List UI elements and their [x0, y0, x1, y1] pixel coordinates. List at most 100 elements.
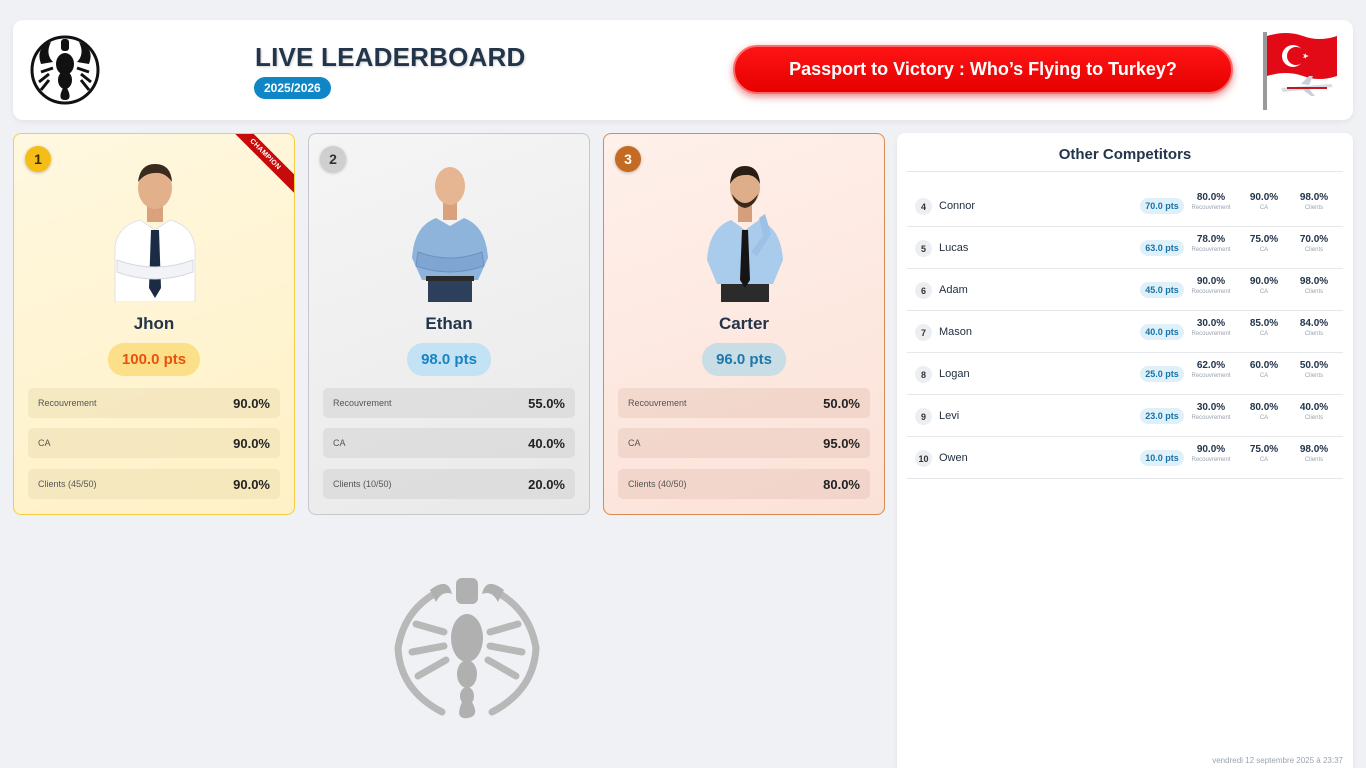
stat-recouvrement: 78.0% Recouvrement: [1181, 234, 1241, 253]
row-rank: 5: [915, 240, 932, 257]
metric-value: 90.0%: [233, 435, 270, 451]
stat-value: 80.0%: [1196, 192, 1226, 203]
stat-value: 98.0%: [1299, 192, 1329, 203]
points-badge: 98.0 pts: [407, 343, 491, 376]
stat-recouvrement: 30.0% Recouvrement: [1181, 318, 1241, 337]
stat-clients: 50.0% Clients: [1284, 360, 1344, 379]
stat-value: 90.0%: [1196, 444, 1226, 455]
metric-value: 90.0%: [233, 476, 270, 492]
row-rank: 8: [915, 366, 932, 383]
stat-clients: 70.0% Clients: [1284, 234, 1344, 253]
turkey-flag-icon: [1263, 32, 1337, 110]
stat-label: Recouvrement: [1191, 415, 1231, 421]
stat-label: Recouvrement: [1191, 205, 1231, 211]
podium-card-third[interactable]: 3 Carter 96.0 pts Recouvrement 50.0% CA …: [603, 133, 885, 515]
stat-value: 50.0%: [1299, 360, 1329, 371]
stat-value: 40.0%: [1299, 402, 1329, 413]
stat-value: 30.0%: [1196, 318, 1226, 329]
metric-label: CA: [628, 438, 641, 448]
stat-label: Recouvrement: [1191, 247, 1231, 253]
header-bar: LIVE LEADERBOARD 2025/2026 Passport to V…: [13, 20, 1353, 120]
stat-clients: 84.0% Clients: [1284, 318, 1344, 337]
metric-value: 80.0%: [823, 476, 860, 492]
row-rank: 4: [915, 198, 932, 215]
scorpion-logo-icon: [30, 35, 100, 105]
player-name: Carter: [718, 314, 770, 333]
player-photo: [707, 166, 783, 302]
metric-label: Recouvrement: [333, 398, 392, 408]
metric-label: Clients (10/50): [333, 479, 392, 489]
table-row[interactable]: 10 Owen 10.0 pts 90.0% Recouvrement 75.0%…: [907, 437, 1343, 479]
player-name: Jhon: [133, 314, 175, 333]
metric-label: CA: [38, 438, 51, 448]
metric-recouvrement: Recouvrement 50.0%: [618, 388, 870, 418]
metric-value: 40.0%: [528, 435, 565, 451]
stat-value: 78.0%: [1196, 234, 1226, 245]
metric-clients: Clients (10/50) 20.0%: [323, 469, 575, 499]
player-photo: [412, 167, 488, 302]
table-row[interactable]: 5 Lucas 63.0 pts 78.0% Recouvrement 75.0%…: [907, 227, 1343, 269]
podium-card-first[interactable]: 1 CHAMPION Jhon 100.0 pts Recouvrement 9…: [13, 133, 295, 515]
metric-label: Recouvrement: [38, 398, 97, 408]
scorpion-watermark-icon: [394, 578, 540, 719]
promo-banner[interactable]: Passport to Victory : Who’s Flying to Tu…: [733, 45, 1233, 94]
metric-ca: CA 95.0%: [618, 428, 870, 458]
page-title: LIVE LEADERBOARD: [255, 42, 526, 72]
other-competitors-panel: Other Competitors 4 Connor 70.0 pts 80.0…: [897, 133, 1353, 768]
rank-badge: 1: [25, 146, 51, 172]
row-name: Levi: [939, 410, 960, 422]
stat-label: Recouvrement: [1191, 457, 1231, 463]
stat-recouvrement: 90.0% Recouvrement: [1181, 444, 1241, 463]
timestamp: vendredi 12 septembre 2025 à 23:37: [1212, 756, 1343, 765]
row-points: 63.0 pts: [1140, 240, 1184, 256]
row-points: 25.0 pts: [1140, 366, 1184, 382]
metric-label: CA: [333, 438, 346, 448]
stat-label: Recouvrement: [1191, 331, 1231, 337]
stat-value: 62.0%: [1196, 360, 1226, 371]
stat-label: Clients: [1304, 457, 1324, 463]
metric-label: Clients (40/50): [628, 479, 687, 489]
metric-label: Clients (45/50): [38, 479, 97, 489]
metric-value: 50.0%: [823, 395, 860, 411]
row-name: Lucas: [939, 242, 969, 254]
row-points: 10.0 pts: [1140, 450, 1184, 466]
row-rank: 9: [915, 408, 932, 425]
stat-label: Clients: [1304, 415, 1324, 421]
points-badge: 96.0 pts: [702, 343, 786, 376]
stat-label: Clients: [1304, 331, 1324, 337]
podium-card-second[interactable]: 2 Ethan 98.0 pts Recouvrement 55.0% CA 4…: [308, 133, 590, 515]
row-name: Owen: [939, 452, 968, 464]
row-points: 45.0 pts: [1140, 282, 1184, 298]
metric-clients: Clients (45/50) 90.0%: [28, 469, 280, 499]
metric-value: 20.0%: [528, 476, 565, 492]
row-rank: 7: [915, 324, 932, 341]
metric-ca: CA 40.0%: [323, 428, 575, 458]
stat-label: Recouvrement: [1191, 373, 1231, 379]
player-name: Ethan: [425, 314, 473, 333]
metric-clients: Clients (40/50) 80.0%: [618, 469, 870, 499]
stat-recouvrement: 62.0% Recouvrement: [1181, 360, 1241, 379]
row-points: 23.0 pts: [1140, 408, 1184, 424]
row-rank: 10: [915, 450, 932, 467]
row-points: 70.0 pts: [1140, 198, 1184, 214]
stat-clients: 40.0% Clients: [1284, 402, 1344, 421]
row-name: Connor: [939, 200, 976, 212]
champion-ribbon: CHAMPION: [221, 134, 294, 198]
metric-label: Recouvrement: [628, 398, 687, 408]
stat-value: 98.0%: [1299, 276, 1329, 287]
table-row[interactable]: 4 Connor 70.0 pts 80.0% Recouvrement 90.0…: [907, 185, 1343, 227]
stat-recouvrement: 30.0% Recouvrement: [1181, 402, 1241, 421]
panel-title: Other Competitors: [907, 133, 1343, 172]
stat-label: Clients: [1304, 373, 1324, 379]
table-row[interactable]: 8 Logan 25.0 pts 62.0% Recouvrement 60.0%…: [907, 353, 1343, 395]
row-name: Mason: [939, 326, 973, 338]
metric-ca: CA 90.0%: [28, 428, 280, 458]
stat-label: Clients: [1304, 205, 1324, 211]
table-row[interactable]: 9 Levi 23.0 pts 30.0% Recouvrement 80.0% C…: [907, 395, 1343, 437]
table-row[interactable]: 6 Adam 45.0 pts 90.0% Recouvrement 90.0% C…: [907, 269, 1343, 311]
stat-recouvrement: 90.0% Recouvrement: [1181, 276, 1241, 295]
table-row[interactable]: 7 Mason 40.0 pts 30.0% Recouvrement 85.0%…: [907, 311, 1343, 353]
rank-badge: 3: [615, 146, 641, 172]
stat-value: 98.0%: [1299, 444, 1329, 455]
stat-value: 30.0%: [1196, 402, 1226, 413]
